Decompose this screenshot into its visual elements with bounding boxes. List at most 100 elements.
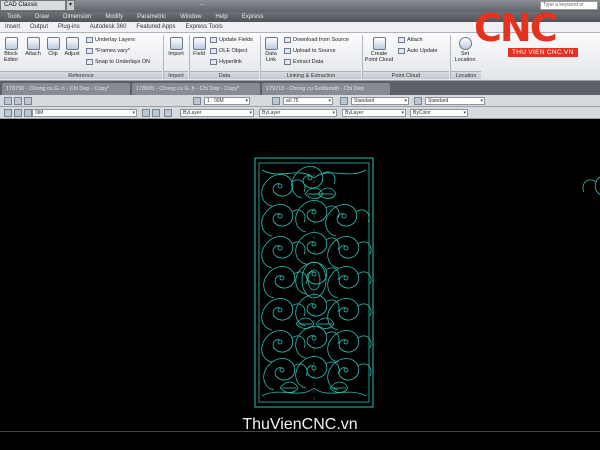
menu-dimension[interactable]: Dimension [56, 12, 98, 22]
underlay-layers-label: Underlay Layers [95, 37, 136, 43]
data-link-button[interactable]: Data Link [262, 37, 280, 63]
panel-linking[interactable]: Linking & Extraction [261, 71, 361, 79]
upload-source-button[interactable]: Upload to Source [284, 48, 336, 54]
hyperlink-icon [210, 59, 217, 65]
adjust-label: Adjust [64, 51, 80, 57]
color-select[interactable]: ByLayer [180, 109, 254, 117]
tab-insert[interactable]: Insert [0, 22, 25, 32]
download-source-label: Download from Source [293, 37, 349, 43]
text-style-select[interactable]: Standard [351, 97, 409, 105]
dim-style-icon [193, 97, 201, 105]
block-editor-icon [4, 37, 18, 50]
bulb-icon[interactable] [14, 109, 22, 117]
snap-underlays-select[interactable]: Snap to Underlays ON [86, 59, 150, 65]
menu-parametric[interactable]: Parametric [130, 12, 173, 22]
toolbar-icon[interactable] [24, 97, 32, 105]
toolbar-icon[interactable] [14, 97, 22, 105]
layers-icon [86, 37, 93, 43]
extract-icon [284, 59, 291, 65]
doc-tab[interactable]: 179713 - Chong cu Goldsmith - Chi Dep [262, 83, 390, 95]
ole-icon [210, 48, 217, 54]
layer-previous-icon[interactable] [142, 109, 150, 117]
menu-modify[interactable]: Modify [98, 12, 130, 22]
dim-style-select[interactable]: 1 : 00M [204, 97, 250, 105]
attach-point-cloud-button[interactable]: Attach [398, 37, 423, 43]
plot-style-select[interactable]: ByColor [410, 109, 468, 117]
hyperlink-label: Hyperlink [219, 59, 242, 65]
tab-plugins[interactable]: Plug-ins [53, 22, 85, 32]
logo-text: CNC [474, 6, 558, 50]
doc-tab[interactable]: 178905 - Chong cu G..h - Chi Dep - Copy* [132, 83, 260, 95]
create-point-cloud-button[interactable]: Create Point Cloud [364, 37, 394, 63]
attach-point-cloud-label: Attach [407, 37, 423, 43]
adjust-button[interactable]: Adjust [63, 37, 81, 57]
download-source-button[interactable]: Download from Source [284, 37, 349, 43]
field-icon [192, 37, 206, 50]
toolbar-icon[interactable] [4, 97, 12, 105]
upload-icon [284, 48, 291, 54]
panel-point-cloud[interactable]: Point Cloud [363, 71, 449, 79]
tab-express-tools[interactable]: Express Tools [180, 22, 227, 32]
field-label: Field [193, 51, 205, 57]
block-editor-button[interactable]: Block Editor [2, 37, 20, 63]
drawing-canvas[interactable] [0, 120, 600, 450]
styles-toolbar: 1 : 00M a0.75 Standard Standard [0, 95, 600, 107]
data-link-label: Data Link [265, 51, 277, 63]
logo-subtitle: THU VIEN CNC.VN [508, 48, 578, 57]
frame-icon [86, 48, 93, 54]
update-icon [210, 37, 217, 43]
underlay-layers-button[interactable]: Underlay Layers [86, 37, 135, 43]
tab-output[interactable]: Output [25, 22, 53, 32]
layer-icon[interactable] [4, 109, 12, 117]
auto-update-icon [398, 48, 405, 54]
upload-source-label: Upload to Source [293, 48, 336, 54]
field-button[interactable]: Field [191, 37, 207, 57]
attach-button[interactable]: Attach [24, 37, 42, 57]
panel-data[interactable]: Data [190, 71, 259, 79]
ornament-pattern [261, 166, 600, 400]
auto-update-button[interactable]: Auto Update [398, 48, 438, 54]
create-point-cloud-label: Create Point Cloud [364, 51, 394, 63]
layer-select[interactable]: 0IM [32, 109, 137, 117]
tab-autodesk-360[interactable]: Autodesk 360 [85, 22, 132, 32]
menu-tools[interactable]: Tools [0, 12, 28, 22]
snap-underlays-label: Snap to Underlays ON [95, 59, 151, 65]
data-link-icon [264, 37, 278, 50]
linetype-select[interactable]: ByLayer [259, 109, 337, 117]
doc-tab[interactable]: 178736 - Chong cu G..h - Chi Dep - Copy* [2, 83, 130, 95]
menu-help[interactable]: Help [208, 12, 234, 22]
text-style-icon [340, 97, 348, 105]
panel-location[interactable]: Location [451, 71, 481, 79]
menu-window[interactable]: Window [173, 12, 208, 22]
workspace-select[interactable]: CAD Classic [0, 0, 66, 11]
clip-label: Clip [48, 51, 58, 57]
extract-data-label: Extract Data [293, 59, 324, 65]
table-style-select[interactable]: Standard [425, 97, 485, 105]
sun-icon[interactable] [24, 109, 32, 117]
frames-vary-select[interactable]: *Frames vary* [86, 48, 130, 54]
chevron-down-icon[interactable]: ▾ [66, 0, 75, 11]
document-title: ... [200, 1, 206, 7]
download-icon [284, 37, 291, 43]
update-fields-button[interactable]: Update Fields [210, 37, 253, 43]
panel-import[interactable]: Import [164, 71, 188, 79]
text-icon [272, 97, 280, 105]
ole-object-label: OLE Object [219, 48, 248, 54]
extract-data-button[interactable]: Extract Data [284, 59, 323, 65]
lineweight-select[interactable]: ByLayer [342, 109, 406, 117]
tab-featured-apps[interactable]: Featured Apps [131, 22, 180, 32]
auto-update-label: Auto Update [407, 48, 438, 54]
import-button[interactable]: Import [166, 37, 186, 57]
text-size-select[interactable]: a0.75 [283, 97, 333, 105]
panel-reference[interactable]: Reference [0, 71, 162, 79]
menu-draw[interactable]: Draw [28, 12, 56, 22]
hyperlink-button[interactable]: Hyperlink [210, 59, 242, 65]
menu-express[interactable]: Express [235, 12, 271, 22]
clip-button[interactable]: Clip [45, 37, 61, 57]
update-fields-label: Update Fields [219, 37, 253, 43]
block-editor-label: Block Editor [3, 51, 19, 63]
match-layer-icon[interactable] [164, 109, 172, 117]
brand-logo: CNC THU VIEN CNC.VN [470, 6, 598, 60]
ole-object-button[interactable]: OLE Object [210, 48, 247, 54]
layer-state-icon[interactable] [152, 109, 160, 117]
